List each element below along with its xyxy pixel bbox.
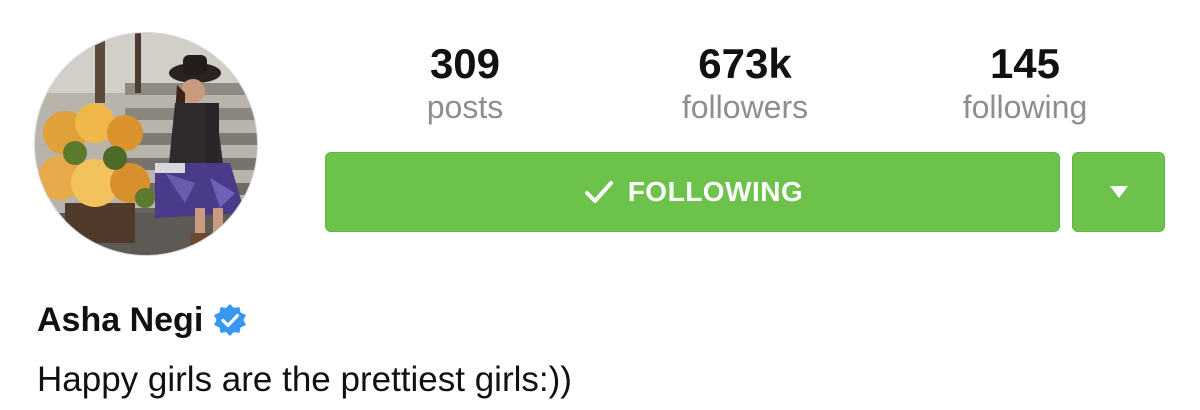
profile-photo (35, 33, 257, 255)
name-row: Asha Negi (37, 300, 247, 340)
profile-header: 309 posts 673k followers 145 following F… (0, 0, 1200, 410)
followers-count: 673k (698, 40, 792, 87)
followers-stat[interactable]: 673k followers (635, 40, 855, 126)
triangle-down-icon (1109, 186, 1128, 198)
posts-label: posts (426, 89, 504, 125)
following-stat[interactable]: 145 following (915, 40, 1135, 126)
followers-label: followers (681, 89, 809, 125)
checkmark-icon (584, 181, 613, 203)
avatar[interactable] (35, 33, 257, 255)
following-count: 145 (989, 40, 1061, 87)
profile-name: Asha Negi (37, 301, 204, 339)
posts-count: 309 (429, 40, 501, 87)
following-label: following (962, 89, 1088, 125)
suggestions-dropdown-button[interactable] (1072, 152, 1165, 232)
posts-stat[interactable]: 309 posts (355, 40, 575, 126)
following-button[interactable]: FOLLOWING (325, 152, 1060, 232)
following-button-label: FOLLOWING (627, 176, 804, 207)
verified-badge-icon (214, 304, 247, 336)
profile-bio: Happy girls are the prettiest girls:)) (37, 360, 572, 399)
